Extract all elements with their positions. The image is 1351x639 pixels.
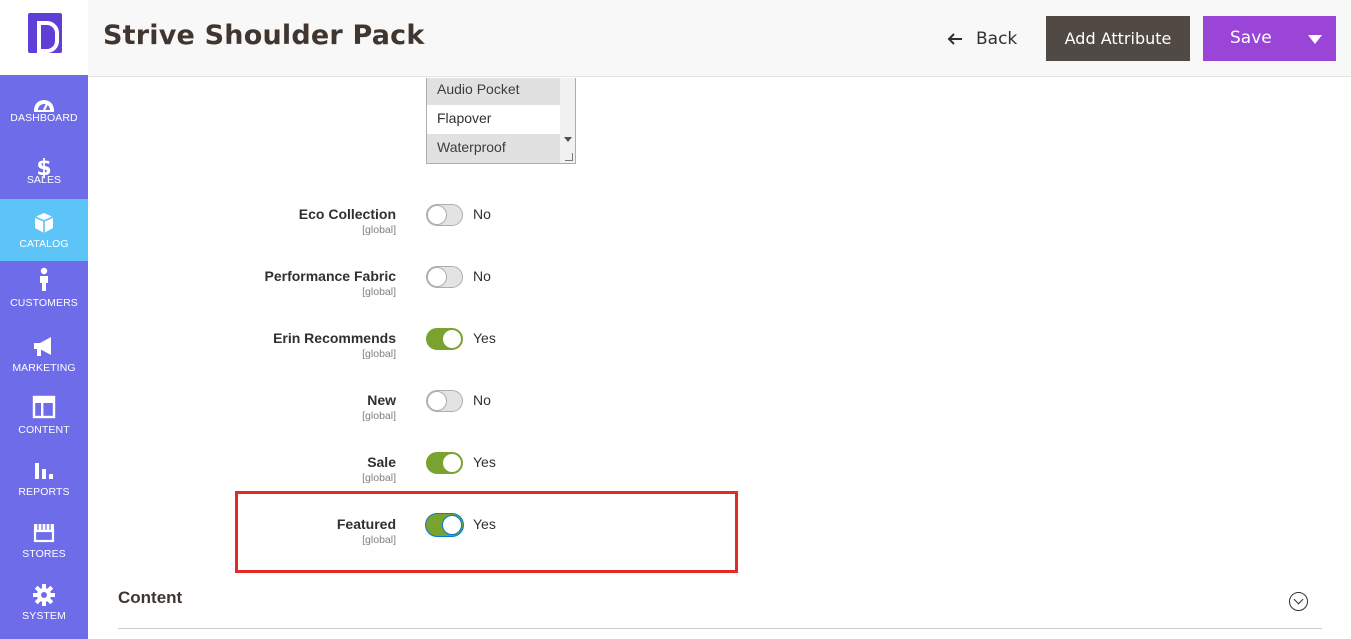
sidebar-item-dashboard[interactable]: DASHBOARD — [0, 85, 88, 147]
toggle-value: No — [473, 206, 491, 222]
toggle-value: Yes — [473, 454, 496, 470]
page-title: Strive Shoulder Pack — [103, 20, 425, 51]
sidebar-item-content[interactable]: CONTENT — [0, 385, 88, 447]
back-button[interactable]: Back — [946, 24, 1017, 54]
gear-icon — [33, 584, 55, 606]
field-label-eco-collection: Eco Collection — [298, 206, 396, 222]
sale-toggle[interactable] — [426, 452, 463, 474]
field-label-performance-fabric: Performance Fabric — [264, 268, 397, 284]
field-scope: [global] — [362, 348, 396, 360]
admin-sidebar: DASHBOARD $ SALES CATALOG CUSTOMERS MARK… — [0, 0, 88, 639]
field-scope: [global] — [362, 472, 396, 484]
logo[interactable] — [28, 13, 62, 53]
performance-fabric-toggle[interactable] — [426, 266, 463, 288]
toggle-value: No — [473, 392, 491, 408]
toggle-knob — [427, 391, 447, 411]
sidebar-item-system[interactable]: SYSTEM — [0, 571, 88, 633]
logo-area[interactable] — [0, 0, 88, 75]
add-attribute-button[interactable]: Add Attribute — [1046, 16, 1190, 61]
arrow-left-icon — [947, 33, 962, 45]
toggle-value: Yes — [473, 330, 496, 346]
content-section-title[interactable]: Content — [118, 588, 182, 608]
save-label: Save — [1230, 28, 1272, 48]
scrollbar[interactable] — [560, 78, 575, 163]
sidebar-item-label: CONTENT — [18, 424, 70, 436]
sidebar-item-label: STORES — [22, 548, 66, 560]
sidebar-item-label: SYSTEM — [22, 610, 66, 622]
toggle-knob — [442, 329, 462, 349]
field-scope: [global] — [362, 224, 396, 236]
page-header: Strive Shoulder Pack Back Add Attribute … — [88, 0, 1351, 77]
person-icon — [40, 267, 48, 291]
multiselect-list[interactable]: Audio Pocket Flapover Waterproof — [426, 78, 576, 164]
toggle-knob — [442, 453, 462, 473]
save-button[interactable]: Save — [1203, 16, 1336, 61]
multiselect-option[interactable]: Audio Pocket — [427, 78, 561, 105]
sidebar-item-reports[interactable]: REPORTS — [0, 447, 88, 509]
toggle-knob — [427, 205, 447, 225]
erin-recommends-toggle[interactable] — [426, 328, 463, 350]
field-label-new: New — [367, 392, 396, 408]
field-label-sale: Sale — [367, 454, 396, 470]
layout-icon — [32, 395, 56, 419]
sidebar-item-label: SALES — [26, 174, 62, 186]
toggle-knob — [427, 267, 447, 287]
caret-down-icon[interactable] — [1308, 35, 1322, 44]
sidebar-item-label: CUSTOMERS — [10, 297, 78, 309]
scroll-down-icon[interactable] — [564, 137, 572, 142]
sidebar-item-label: MARKETING — [12, 362, 76, 374]
new-toggle[interactable] — [426, 390, 463, 412]
sidebar-item-marketing[interactable]: MARKETING — [0, 323, 88, 385]
field-scope: [global] — [362, 286, 396, 298]
resize-handle[interactable] — [565, 153, 573, 161]
section-divider — [118, 628, 1322, 629]
multiselect-option[interactable]: Flapover — [427, 105, 561, 134]
multiselect-option[interactable]: Waterproof — [427, 134, 561, 163]
sidebar-item-label: DASHBOARD — [10, 112, 78, 124]
field-label-erin-recommends: Erin Recommends — [273, 330, 396, 346]
store-icon — [33, 524, 55, 543]
toggle-value: No — [473, 268, 491, 284]
eco-collection-toggle[interactable] — [426, 204, 463, 226]
megaphone-icon — [34, 337, 51, 356]
sidebar-item-label: CATALOG — [19, 238, 69, 250]
field-scope: [global] — [362, 410, 396, 422]
bar-chart-icon — [35, 463, 53, 479]
box-icon — [34, 213, 54, 233]
sidebar-item-catalog[interactable]: CATALOG — [0, 199, 88, 261]
sidebar-item-stores[interactable]: STORES — [0, 509, 88, 571]
chevron-down-circle-icon[interactable] — [1289, 592, 1308, 611]
highlight-annotation-box — [235, 491, 738, 573]
sidebar-item-customers[interactable]: CUSTOMERS — [0, 261, 88, 323]
back-label: Back — [976, 29, 1018, 49]
sidebar-item-label: REPORTS — [18, 486, 70, 498]
